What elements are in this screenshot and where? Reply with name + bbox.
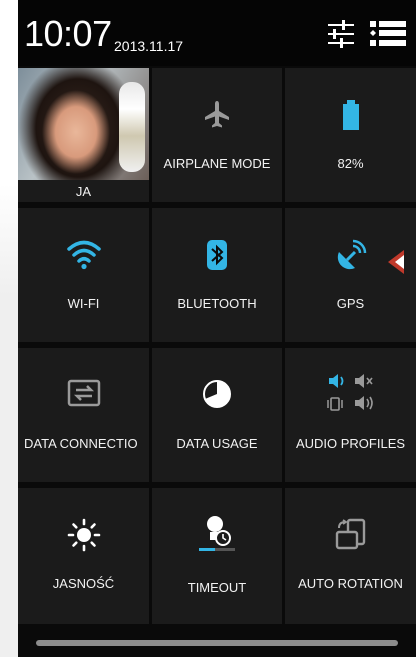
bluetooth-icon [152,238,282,274]
tile-battery[interactable]: 82% [285,68,416,202]
tile-wifi[interactable]: WI-FI [18,208,149,342]
pointer-arrow-inner [395,255,404,269]
sliders-icon[interactable] [326,20,356,53]
page-background-left [0,0,20,657]
tile-airplane-mode[interactable]: AIRPLANE MODE [152,68,282,202]
tile-profile-label: JA [75,184,92,199]
audio-profiles-icon [285,370,416,420]
tile-auto-rotation[interactable]: AUTO ROTATION [285,488,416,624]
tile-data-connection[interactable]: DATA CONNECTIO [18,348,149,482]
tile-profile[interactable]: JA [18,68,149,202]
tile-data-usage[interactable]: DATA USAGE [152,348,282,482]
data-connection-icon [18,378,149,414]
brightness-icon [18,518,149,554]
wifi-icon [18,238,149,274]
data-usage-icon [152,378,282,414]
tile-auto-rotation-label: AUTO ROTATION [298,576,403,591]
tiles-grid: JA AIRPLANE MODE 82% WI-FI BLUETOOTH GPS… [18,68,416,624]
status-header: 10:07 2013.11.17 [18,0,416,66]
auto-rotation-icon [285,518,416,554]
tile-bluetooth[interactable]: BLUETOOTH [152,208,282,342]
tile-bluetooth-label: BLUETOOTH [177,296,257,311]
tile-brightness-label: JASNOŚĆ [52,576,115,591]
list-icon[interactable] [370,20,406,55]
tile-gps[interactable]: GPS [285,208,416,342]
tile-timeout[interactable]: TIMEOUT [152,488,282,624]
tile-airplane-mode-label: AIRPLANE MODE [163,156,271,171]
tile-wifi-label: WI-FI [67,296,100,311]
tile-data-usage-label: DATA USAGE [176,436,258,451]
drag-handle[interactable] [36,640,398,646]
timeout-icon [152,514,282,556]
quick-settings-panel: 10:07 2013.11.17 JA AIRPLANE MODE 82% WI… [18,0,416,657]
tile-gps-label: GPS [336,296,365,311]
clock-time: 10:07 [24,13,112,54]
airplane-icon [152,98,282,134]
tile-brightness[interactable]: JASNOŚĆ [18,488,149,624]
tile-timeout-label: TIMEOUT [187,580,247,595]
clock-date: 2013.11.17 [114,38,184,54]
tile-data-connection-label: DATA CONNECTIO [24,436,138,451]
battery-icon [285,98,416,134]
tile-audio-profiles-label: AUDIO PROFILES [295,436,406,451]
tile-battery-label: 82% [337,156,364,171]
tile-audio-profiles[interactable]: AUDIO PROFILES [285,348,416,482]
profile-photo [18,68,149,180]
